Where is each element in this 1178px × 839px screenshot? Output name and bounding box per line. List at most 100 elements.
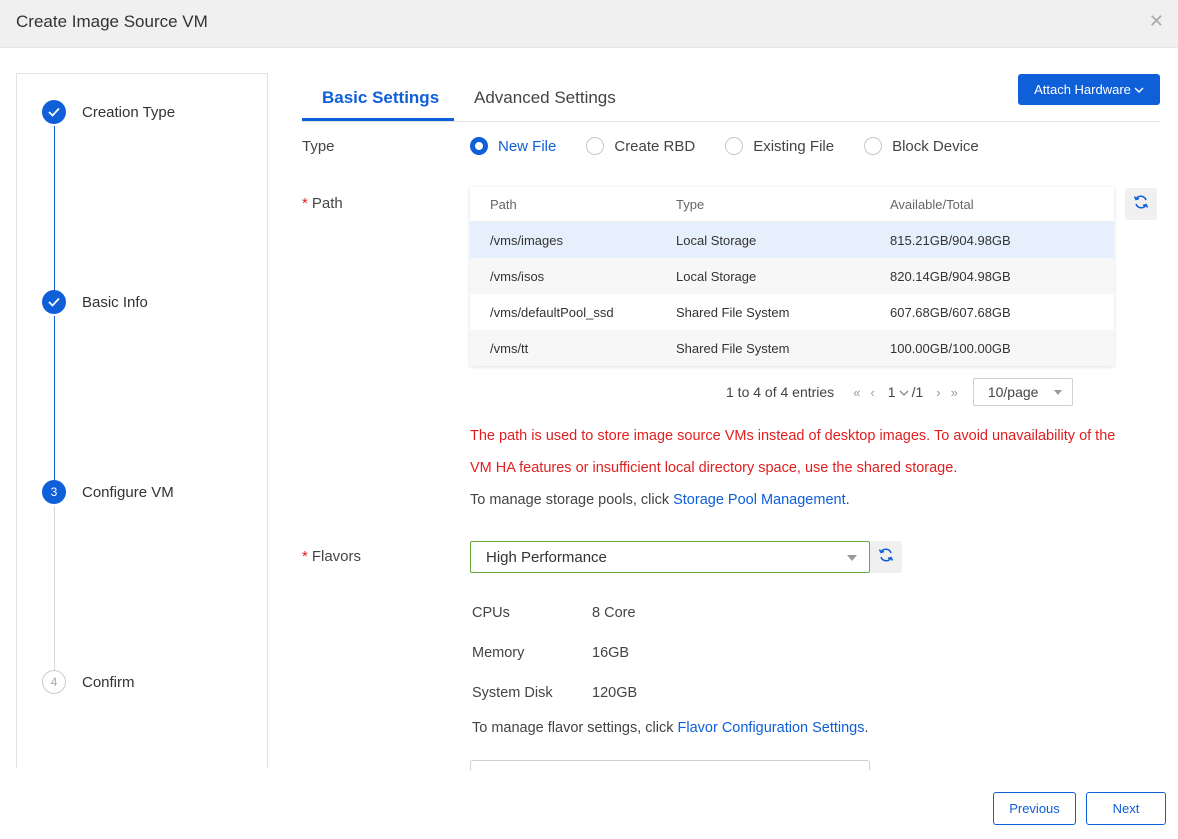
total-pages: /1 [911,384,924,400]
check-icon [42,100,66,124]
step-confirm[interactable]: 4 Confirm [42,669,135,695]
step-label: Configure VM [82,483,174,501]
step-number: 4 [42,670,66,694]
table-header: Path Type Available/Total [470,187,1114,222]
radio-label: Create RBD [614,137,696,155]
path-warning-line2: VM HA features or insufficient local dir… [470,460,958,476]
table-row[interactable]: /vms/tt Shared File System 100.00GB/100.… [470,330,1114,366]
attach-hardware-label: Attach Hardware [1034,82,1131,97]
step-connector [54,506,55,671]
type-radio-group: New File Create RBD Existing File Block … [470,137,1009,155]
first-page-icon[interactable]: « [853,385,860,400]
flavor-settings-note-end: . [864,720,869,736]
storage-pool-note-end: . [845,492,850,508]
spec-value: 16GB [592,645,630,661]
radio-new-file[interactable]: New File [470,137,556,155]
step-basic-info[interactable]: Basic Info [42,289,148,315]
cell-available: 815.21GB/904.98GB [890,232,1011,248]
page-size-select[interactable]: 10/page [972,378,1073,406]
radio-indicator [470,137,488,155]
step-label: Basic Info [82,293,148,311]
required-marker: * [302,548,308,565]
path-label: * Path [302,195,343,212]
radio-label: Block Device [892,137,979,155]
chevron-down-icon[interactable] [899,384,909,400]
dialog-title: Create Image Source VM [16,12,208,31]
attach-hardware-button[interactable]: Attach Hardware [1018,74,1160,105]
radio-existing-file[interactable]: Existing File [725,137,834,155]
spec-cpus: CPUs 8 Core [472,605,636,621]
step-creation-type[interactable]: Creation Type [42,99,175,125]
cell-path: /vms/images [490,232,563,248]
next-field-partial[interactable] [470,760,870,770]
radio-indicator [864,137,883,155]
step-connector [54,316,55,482]
step-connector [54,126,55,292]
cell-type: Shared File System [676,304,790,320]
step-configure-vm[interactable]: 3 Configure VM [42,479,174,505]
check-icon [42,290,66,314]
dialog-titlebar: Create Image Source VM ✕ [0,0,1178,48]
page-number[interactable]: 1 [888,384,896,400]
cell-type: Local Storage [676,268,757,284]
storage-pool-note: To manage storage pools, click Storage P… [470,492,850,508]
path-table: Path Type Available/Total /vms/images Lo… [470,187,1114,366]
cell-available: 100.00GB/100.00GB [890,340,1011,356]
cell-type: Shared File System [676,340,790,356]
cell-available: 607.68GB/607.68GB [890,304,1011,320]
storage-pool-management-link[interactable]: Storage Pool Management [673,492,846,508]
last-page-icon[interactable]: » [951,385,958,400]
active-tab-indicator [302,118,454,121]
column-header-path: Path [490,196,517,212]
cell-path: /vms/tt [490,340,529,356]
flavor-settings-note: To manage flavor settings, click Flavor … [472,720,869,736]
previous-button[interactable]: Previous [993,792,1076,825]
flavors-label: * Flavors [302,548,361,565]
step-label: Creation Type [82,103,176,121]
tab-advanced-settings[interactable]: Advanced Settings [474,88,616,108]
flavor-configuration-settings-link[interactable]: Flavor Configuration Settings [678,720,865,736]
radio-create-rbd[interactable]: Create RBD [586,137,695,155]
wizard-steps: Creation Type Basic Info 3 Configure VM … [16,73,268,768]
cell-available: 820.14GB/904.98GB [890,268,1011,284]
flavors-refresh-button[interactable] [870,541,902,573]
flavors-label-text: Flavors [311,548,362,565]
spec-value: 120GB [592,685,638,701]
next-page-icon[interactable]: › [936,385,940,400]
radio-label: Existing File [753,137,835,155]
radio-indicator [725,137,744,155]
tab-basic-settings[interactable]: Basic Settings [322,88,439,108]
spec-name: Memory [472,645,525,661]
cell-path: /vms/defaultPool_ssd [490,304,614,320]
path-warning-line1: The path is used to store image source V… [470,428,1116,444]
table-pager: 1 to 4 of 4 entries « ‹ 1 /1 › » 10/page [726,378,1073,406]
flavors-selected-value: High Performance [486,548,607,566]
spec-name: System Disk [472,685,553,701]
table-row[interactable]: /vms/images Local Storage 815.21GB/904.9… [470,222,1114,258]
refresh-icon [878,547,894,568]
flavors-select[interactable]: High Performance [470,541,870,573]
table-row[interactable]: /vms/defaultPool_ssd Shared File System … [470,294,1114,330]
table-row[interactable]: /vms/isos Local Storage 820.14GB/904.98G… [470,258,1114,294]
refresh-icon [1133,194,1149,215]
cell-path: /vms/isos [490,268,545,284]
spec-value: 8 Core [592,605,636,621]
spec-name: CPUs [472,605,510,621]
radio-label: New File [498,137,557,155]
caret-down-icon [1053,390,1062,395]
radio-block-device[interactable]: Block Device [864,137,979,155]
pager-summary: 1 to 4 of 4 entries [726,384,835,400]
column-header-type: Type [676,196,705,212]
close-icon[interactable]: ✕ [1149,11,1164,32]
path-label-text: Path [311,195,343,212]
next-button[interactable]: Next [1086,792,1166,825]
step-number: 3 [42,480,66,504]
spec-system-disk: System Disk 120GB [472,685,637,701]
flavor-settings-note-text: To manage flavor settings, click [472,720,678,736]
prev-page-icon[interactable]: ‹ [870,385,874,400]
spec-memory: Memory 16GB [472,645,629,661]
path-refresh-button[interactable] [1125,188,1157,220]
radio-indicator [586,137,605,155]
step-label: Confirm [82,673,135,691]
storage-pool-note-text: To manage storage pools, click [470,492,674,508]
